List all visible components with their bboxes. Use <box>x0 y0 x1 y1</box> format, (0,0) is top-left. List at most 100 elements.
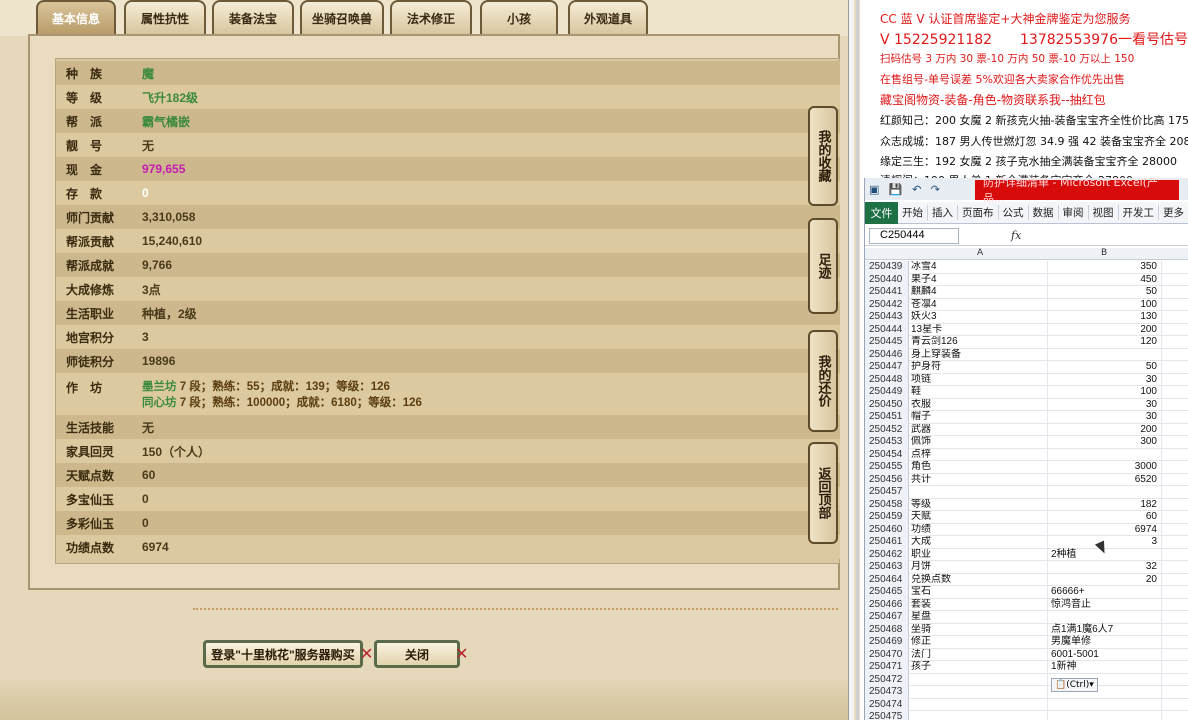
sheet-row[interactable]: 250463 月饼 32 <box>865 561 1188 574</box>
cell-a[interactable]: 套装 <box>911 599 1047 612</box>
row-number[interactable]: 250452 <box>865 423 909 436</box>
fx-icon[interactable]: fx <box>1011 229 1021 242</box>
cell-b[interactable]: 100 <box>1049 299 1161 312</box>
row-number[interactable]: 250472 <box>865 673 909 686</box>
cell-a[interactable]: 大成 <box>911 536 1047 549</box>
tab-mounts-pets[interactable]: 坐骑召唤兽 <box>300 0 384 34</box>
my-bargain-button[interactable]: 我的还价 <box>808 330 838 432</box>
sheet-row[interactable]: 250446 身上穿装备 <box>865 348 1188 361</box>
row-number[interactable]: 250474 <box>865 698 909 711</box>
cell-b[interactable]: 50 <box>1049 361 1161 374</box>
ribbon-tab[interactable]: 开发工 <box>1119 205 1159 220</box>
ribbon-tab[interactable]: 更多 <box>1159 205 1188 220</box>
ribbon-tab[interactable]: 公式 <box>999 205 1029 220</box>
paste-options-button[interactable]: 📋 (Ctrl) ▾ <box>1051 678 1098 692</box>
row-number[interactable]: 250470 <box>865 648 909 661</box>
tab-attributes[interactable]: 属性抗性 <box>124 0 206 34</box>
cell-a[interactable]: 麒麟4 <box>911 286 1047 299</box>
row-number[interactable]: 250473 <box>865 686 909 699</box>
cell-a[interactable]: 法门 <box>911 649 1047 662</box>
tab-spell-correction[interactable]: 法术修正 <box>390 0 472 34</box>
cell-a[interactable]: 项链 <box>911 374 1047 387</box>
row-number[interactable]: 250460 <box>865 523 909 536</box>
footprints-button[interactable]: 足迹 <box>808 218 838 314</box>
cell-a[interactable]: 13星卡 <box>911 324 1047 337</box>
cell-a[interactable]: 宝石 <box>911 586 1047 599</box>
row-number[interactable]: 250475 <box>865 711 909 720</box>
login-server-buy-button[interactable]: 登录"十里桃花"服务器购买 <box>203 640 363 668</box>
cell-a[interactable]: 点梓 <box>911 449 1047 462</box>
cell-b[interactable]: 66666+ <box>1049 586 1161 599</box>
row-number[interactable]: 250457 <box>865 486 909 499</box>
cell-a[interactable]: 功绩 <box>911 524 1047 537</box>
cell-b[interactable]: 20 <box>1049 574 1161 587</box>
tab-equipment[interactable]: 装备法宝 <box>212 0 294 34</box>
sheet-row[interactable]: 250470 法门 6001-5001 <box>865 648 1188 662</box>
cell-b[interactable]: 惊鸿音止 <box>1049 599 1161 612</box>
cell-a[interactable]: 修正 <box>911 636 1047 649</box>
row-number[interactable]: 250442 <box>865 298 909 311</box>
cell-b[interactable]: 6001-5001 <box>1049 649 1161 662</box>
close-button[interactable]: 关闭 <box>374 640 460 668</box>
sheet-row[interactable]: 250469 修正 男魔单修 <box>865 636 1188 649</box>
row-number[interactable]: 250464 <box>865 573 909 586</box>
ribbon-tab[interactable]: 审阅 <box>1059 205 1089 220</box>
column-a-header[interactable]: A <box>977 248 983 258</box>
row-number[interactable]: 250471 <box>865 661 909 674</box>
cell-b[interactable]: 182 <box>1049 499 1161 512</box>
sheet-row[interactable]: 250466 套装 惊鸿音止 <box>865 598 1188 612</box>
row-number[interactable]: 250463 <box>865 561 909 574</box>
my-favorites-button[interactable]: 我的收藏 <box>808 106 838 206</box>
cell-a[interactable]: 星盘 <box>911 611 1047 624</box>
sheet-row[interactable]: 250471 孩子 1新神 <box>865 661 1188 674</box>
row-number[interactable]: 250449 <box>865 386 909 399</box>
row-number[interactable]: 250456 <box>865 473 909 486</box>
cell-b[interactable]: 30 <box>1049 399 1161 412</box>
cell-a[interactable]: 角色 <box>911 461 1047 474</box>
cell-b[interactable]: 6520 <box>1049 474 1161 487</box>
row-number[interactable]: 250441 <box>865 286 909 299</box>
sheet-row[interactable]: 250448 项链 30 <box>865 373 1188 387</box>
cell-b[interactable]: 32 <box>1049 561 1161 574</box>
row-number[interactable]: 250468 <box>865 623 909 636</box>
sheet-row[interactable]: 250462 职业 2种植 <box>865 548 1188 561</box>
row-number[interactable]: 250467 <box>865 611 909 624</box>
sheet-row[interactable]: 250451 帽子 30 <box>865 411 1188 424</box>
cell-a[interactable]: 天赋 <box>911 511 1047 524</box>
sheet-row[interactable]: 250452 武器 200 <box>865 423 1188 436</box>
cell-a[interactable]: 佩饰 <box>911 436 1047 449</box>
sheet-row[interactable]: 250440 果子4 450 <box>865 273 1188 287</box>
tab-children[interactable]: 小孩 <box>480 0 558 34</box>
sheet-row[interactable]: 250457 <box>865 486 1188 499</box>
cell-a[interactable]: 坐骑 <box>911 624 1047 637</box>
row-number[interactable]: 250461 <box>865 536 909 549</box>
cell-b[interactable]: 50 <box>1049 286 1161 299</box>
row-number[interactable]: 250444 <box>865 323 909 336</box>
cell-b[interactable]: 1新神 <box>1049 661 1161 674</box>
cell-a[interactable]: 月饼 <box>911 561 1047 574</box>
tab-basic-info[interactable]: 基本信息 <box>36 0 116 34</box>
row-number[interactable]: 250455 <box>865 461 909 474</box>
cell-a[interactable]: 青云剑126 <box>911 336 1047 349</box>
sheet-row[interactable]: 250458 等级 182 <box>865 498 1188 512</box>
row-number[interactable]: 250454 <box>865 448 909 461</box>
sheet-row[interactable]: 250443 妖火3 130 <box>865 311 1188 324</box>
sheet-row[interactable]: 250441 麒麟4 50 <box>865 286 1188 299</box>
ribbon-tab[interactable]: 插入 <box>928 205 958 220</box>
row-number[interactable]: 250466 <box>865 598 909 611</box>
cell-a[interactable]: 果子4 <box>911 274 1047 287</box>
cell-b[interactable]: 6974 <box>1049 524 1161 537</box>
sheet-row[interactable]: 250453 佩饰 300 <box>865 436 1188 449</box>
row-number[interactable]: 250439 <box>865 261 909 274</box>
sheet-row[interactable]: 250465 宝石 66666+ <box>865 586 1188 599</box>
ribbon-tab[interactable]: 页面布 <box>958 205 999 220</box>
sheet-grid[interactable]: 250439 冰雪4 350 250440 果子4 450 250441 麒麟4 50 25044… <box>865 261 1188 720</box>
cell-b[interactable]: 120 <box>1049 336 1161 349</box>
row-number[interactable]: 250447 <box>865 361 909 374</box>
ribbon-tab[interactable]: 开始 <box>898 205 928 220</box>
sheet-row[interactable]: 250442 苍凛4 100 <box>865 298 1188 312</box>
sheet-row[interactable]: 250467 星盘 <box>865 611 1188 624</box>
sheet-row[interactable]: 250456 共计 6520 <box>865 473 1188 487</box>
cell-a[interactable]: 苍凛4 <box>911 299 1047 312</box>
cell-a[interactable]: 鞋 <box>911 386 1047 399</box>
